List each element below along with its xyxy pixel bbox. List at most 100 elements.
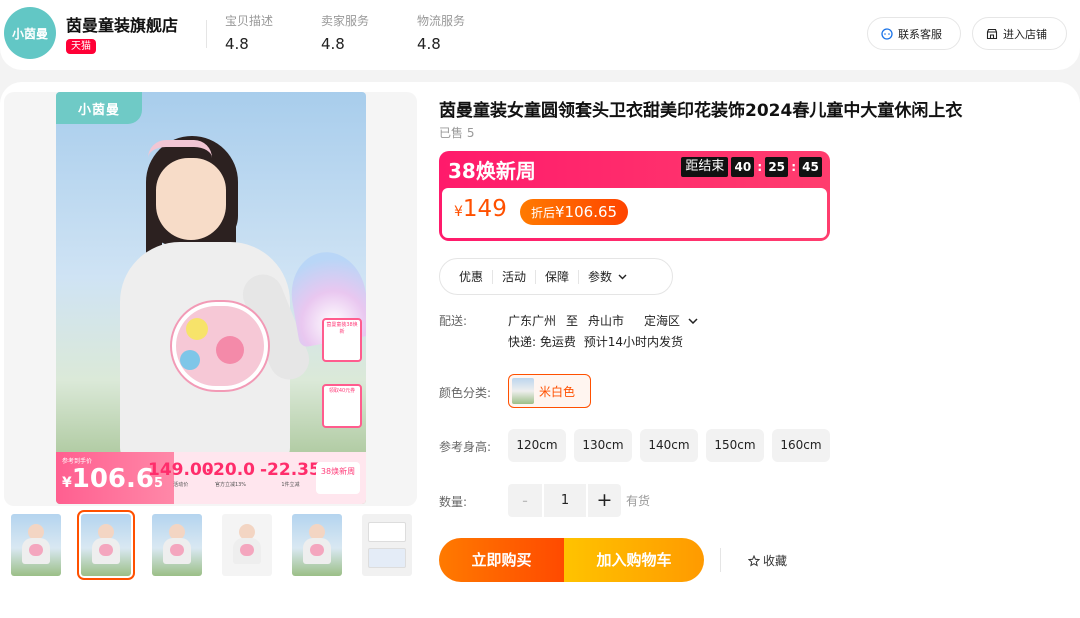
price-value: 149 — [462, 196, 507, 222]
rating-label: 卖家服务 — [321, 14, 370, 28]
tab-guarantee[interactable]: 保障 — [536, 269, 580, 284]
after-discount-price: ¥106.65 — [555, 203, 618, 221]
express-fee: 快递: 免运费 — [508, 335, 576, 349]
color-swatch-image — [512, 378, 534, 404]
star-icon — [748, 554, 760, 567]
rating-label: 物流服务 — [417, 14, 466, 28]
shipping-detail: 快递: 免运费 预计14小时内发货 — [508, 333, 683, 350]
contact-service-label: 联系客服 — [898, 27, 942, 41]
promo-price-int: 106.6 — [71, 464, 154, 494]
rating-description: 宝贝描述 4.8 — [225, 12, 273, 53]
countdown: 距结束 40 : 25 : 45 — [681, 157, 822, 177]
tab-activity[interactable]: 活动 — [493, 269, 537, 284]
stock-status: 有货 — [626, 494, 651, 508]
ship-to-word: 至 — [566, 314, 579, 328]
chevron-down-icon — [688, 317, 698, 324]
thumb-detail-card — [368, 522, 406, 542]
height-option-150[interactable]: 150cm — [706, 429, 764, 462]
height-option-160[interactable]: 160cm — [772, 429, 830, 462]
promo-col-label: 官方立减13% — [214, 482, 247, 488]
height-label: 参考身高: — [439, 440, 492, 454]
promo-currency: ¥ — [62, 475, 72, 491]
promo-col-label: 1件立减 — [281, 482, 300, 488]
favorite-button[interactable]: 收藏 — [748, 552, 787, 569]
thumbnail-3[interactable] — [152, 514, 202, 576]
height-option-130[interactable]: 130cm — [574, 429, 632, 462]
enter-store-button[interactable]: 进入店铺 — [972, 17, 1067, 50]
rating-label: 宝贝描述 — [225, 14, 274, 28]
tab-discount[interactable]: 优惠 — [450, 269, 494, 284]
store-name[interactable]: 茵曼童装旗舰店 — [66, 12, 178, 36]
countdown-hours: 40 — [731, 157, 755, 177]
side-promo-card: 茵曼童装38焕新 — [322, 318, 362, 362]
product-title: 茵曼童装女童圆领套头卫衣甜美印花装饰2024春儿童中大童休闲上衣 — [439, 101, 963, 121]
thumbnail-5[interactable] — [292, 514, 342, 576]
print-flower — [186, 318, 208, 340]
quantity-label: 数量: — [439, 495, 468, 509]
shipping-route[interactable]: 广东广州 至 舟山市 定海区 — [508, 312, 698, 329]
store-logo[interactable]: 小茵曼 — [4, 7, 56, 59]
quantity-increase-button[interactable]: + — [588, 484, 621, 517]
countdown-minutes: 25 — [765, 157, 789, 177]
thumbnail-2[interactable] — [77, 510, 135, 580]
color-option-selected[interactable]: 米白色 — [508, 374, 591, 408]
current-price: ¥149 — [454, 196, 507, 222]
header-divider — [206, 20, 207, 48]
thumb-print — [170, 544, 184, 556]
shipping-label: 配送: — [439, 314, 468, 328]
add-to-cart-button[interactable]: 加入购物车 — [564, 538, 704, 582]
buy-now-button[interactable]: 立即购买 — [439, 538, 564, 582]
store-header: 小茵曼 茵曼童装旗舰店 天猫 宝贝描述 4.8 卖家服务 4.8 物流服务 4.… — [0, 0, 1080, 70]
quantity-decrease-button[interactable]: - — [508, 484, 542, 517]
rating-value: 4.8 — [417, 35, 441, 53]
tmall-badge: 天猫 — [66, 39, 96, 54]
color-label: 颜色分类: — [439, 386, 492, 400]
countdown-separator: : — [757, 160, 763, 174]
thumb-print — [29, 544, 43, 556]
after-discount-badge: 折后¥106.65 — [520, 199, 629, 225]
ship-district: 定海区 — [644, 314, 681, 328]
quantity-input[interactable]: 1 — [542, 484, 588, 517]
tab-params[interactable]: 参数 — [579, 270, 636, 284]
promo-event-name: 38焕新周 — [448, 159, 536, 183]
action-divider — [720, 548, 721, 572]
model-headband — [148, 140, 212, 158]
thumbnail-4[interactable] — [222, 514, 272, 576]
promo-fest-badge: 38焕新周 — [316, 462, 360, 494]
store-icon — [986, 28, 998, 39]
rating-service: 卖家服务 4.8 — [321, 12, 369, 53]
print-flower — [180, 350, 200, 370]
promo-col-label: 活动价 — [173, 482, 189, 488]
enter-store-label: 进入店铺 — [1003, 27, 1047, 41]
brand-tag: 小茵曼 — [56, 92, 142, 124]
ship-from: 广东广州 — [508, 314, 557, 328]
thumb-print — [240, 544, 254, 556]
image-promo-band: 参考到手价 ¥106.65 149.00 活动价 -20.0 官方立减13% -… — [56, 452, 366, 504]
price-panel: ¥149 折后¥106.65 — [442, 188, 827, 238]
rating-logistics: 物流服务 4.8 — [417, 12, 465, 53]
countdown-separator: : — [791, 160, 796, 174]
thumbnail-6[interactable] — [362, 514, 412, 576]
promo-col-value: -22.35 — [260, 460, 321, 480]
thumbnail-1[interactable] — [11, 514, 61, 576]
contact-service-button[interactable]: 联系客服 — [867, 17, 961, 50]
main-product-image[interactable]: 小茵曼 茵曼童装38焕新 领取40元券 参考到手价 ¥106.65 149.00… — [56, 92, 366, 504]
height-option-140[interactable]: 140cm — [640, 429, 698, 462]
rating-value: 4.8 — [225, 35, 249, 53]
height-option-120[interactable]: 120cm — [508, 429, 566, 462]
after-discount-prefix: 折后 — [531, 206, 556, 220]
promo-col-value: -20.0 — [206, 460, 255, 480]
countdown-seconds: 45 — [799, 157, 822, 177]
promo-col: 149.00 活动价 — [148, 460, 214, 488]
rating-value: 4.8 — [321, 35, 345, 53]
countdown-label: 距结束 — [681, 157, 729, 177]
print-flower — [216, 336, 244, 364]
product-card: 小茵曼 茵曼童装38焕新 领取40元券 参考到手价 ¥106.65 149.00… — [0, 82, 1080, 618]
promo-col: -20.0 官方立减13% — [206, 460, 255, 488]
favorite-label: 收藏 — [763, 554, 788, 568]
chevron-down-icon — [618, 274, 627, 279]
price-currency: ¥ — [454, 204, 463, 220]
chat-icon — [881, 27, 893, 40]
delivery-eta: 预计14小时内发货 — [583, 335, 683, 349]
tab-params-label: 参数 — [588, 269, 613, 284]
